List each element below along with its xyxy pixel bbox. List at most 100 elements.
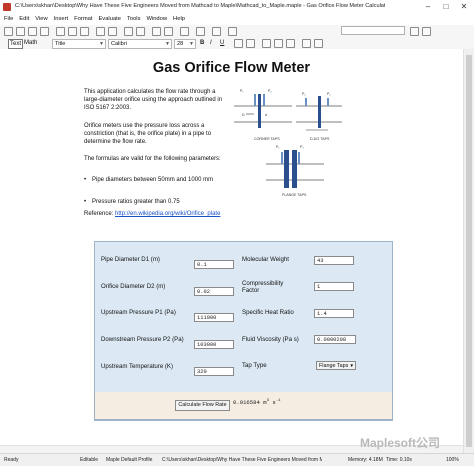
undo-icon[interactable] [96,27,105,36]
text-mode-button[interactable]: Text [8,39,24,49]
menu-window[interactable]: Window [146,14,167,25]
result-area [94,392,393,420]
svg-text:P₂: P₂ [268,89,272,93]
flange-taps-caption: FLANGE TAPS [282,193,307,197]
intro-paragraph: This application calculates the flow rat… [84,89,223,112]
underline-button[interactable]: U [220,39,224,47]
upstream-temperature-label: Upstream Temperature (K) [101,363,174,370]
restart-icon[interactable] [180,27,189,36]
upstream-temperature-input[interactable]: 320 [194,367,234,376]
specific-heat-ratio-input[interactable]: 1.4 [314,309,354,318]
result-value: 0.016584 [233,399,260,406]
reference-paragraph: Reference: http://en.wikipedia.org/wiki/… [84,210,226,218]
fluid-viscosity-label: Fluid Viscosity (Pa s) [242,336,299,343]
italic-button[interactable]: I [210,39,212,47]
cut-icon[interactable] [56,27,65,36]
molecular-weight-input[interactable]: 43 [314,256,354,265]
svg-text:P₂: P₂ [300,145,304,149]
menu-help[interactable]: Help [173,14,185,25]
d-d2-taps-caption: D-D/2 TAPS [310,137,330,141]
align-right-icon[interactable] [286,39,295,48]
orifice-diameter-input[interactable]: 0.02 [194,287,234,296]
result-unit-exp: 3 [266,399,269,404]
menu-evaluate[interactable]: Evaluate [98,14,121,25]
chevron-down-icon: ▼ [349,363,354,368]
reference-label: Reference: [84,211,116,217]
fluid-viscosity-input[interactable]: 0.0000208 [314,335,356,344]
numbered-list-icon[interactable] [314,39,323,48]
font-color-icon[interactable] [234,39,243,48]
title-bar: C:\Users\skhan\Desktop\Why Have These Fi… [0,0,474,15]
font-size-value: 28 [177,41,184,47]
d-d2-taps-diagram: P₁ P₂ [296,92,342,131]
redo-icon[interactable] [108,27,117,36]
open-icon[interactable] [16,27,25,36]
menu-edit[interactable]: Edit [19,14,29,25]
corner-taps-caption: CORNER TAPS [254,137,280,141]
text-region-icon[interactable] [124,27,133,36]
reference-link[interactable]: http://en.wikipedia.org/wiki/Orifice_pla… [115,211,220,217]
status-path: C:\Users\skhan\Desktop\Why Have These Fi… [162,457,322,463]
font-size-dropdown[interactable]: 28 ▼ [174,39,196,49]
math-mode-button[interactable]: Math [24,39,37,47]
align-center-icon[interactable] [274,39,283,48]
execute-icon[interactable] [152,27,161,36]
vertical-scrollbar[interactable] [463,49,474,453]
flow-rate-result: 0.016584 m3 s-1 [233,399,281,406]
menu-view[interactable]: View [35,14,47,25]
status-time: Time: 0.10s [386,457,412,463]
svg-text:P₁: P₁ [276,145,280,149]
svg-text:P₂: P₂ [327,92,331,96]
chevron-down-icon: ▼ [165,41,170,47]
tap-type-select[interactable]: Flange Taps ▼ [316,361,356,370]
maximize-icon[interactable]: □ [438,2,454,12]
execute-all-icon[interactable] [164,27,173,36]
menu-format[interactable]: Format [74,14,92,25]
copy-icon[interactable] [68,27,77,36]
bullet-text: Pipe diameters between 50mm and 1000 mm [92,177,214,183]
compressibility-factor-input[interactable]: 1 [314,282,354,291]
minimize-icon[interactable]: – [420,2,436,12]
status-zoom: 100% [446,457,459,463]
upstream-pressure-input[interactable]: 111000 [194,313,234,322]
compressibility-factor-label: Compressibility Factor [242,280,284,294]
svg-text:d: d [265,113,267,117]
orifice-paragraph: Orifice meters use the pressure loss acr… [84,123,212,146]
result-unit-s-exp: -1 [275,399,281,404]
pipe-diameter-input[interactable]: 0.1 [194,260,234,269]
menu-file[interactable]: File [4,14,13,25]
search-icon[interactable] [410,27,419,36]
status-memory: Memory: 4.18M [348,457,383,463]
style-dropdown[interactable]: Title ▼ [52,39,106,49]
maple-app-icon [3,3,11,11]
pipe-diameter-label: Pipe Diameter D1 (m) [101,256,160,263]
font-value: Calibri [111,41,127,47]
scroll-thumb[interactable] [466,55,472,447]
close-icon[interactable]: ✕ [456,2,472,12]
paste-icon[interactable] [80,27,89,36]
home-icon[interactable] [422,27,431,36]
calculate-flow-rate-button[interactable]: Calculate Flow Rate [175,400,230,411]
print-icon[interactable] [40,27,49,36]
bold-button[interactable]: B [200,39,204,47]
highlight-icon[interactable] [246,39,255,48]
menu-insert[interactable]: Insert [54,14,69,25]
window-title: C:\Users\skhan\Desktop\Why Have These Fi… [15,3,385,9]
math-region-icon[interactable] [136,27,145,36]
font-dropdown[interactable]: Calibri ▼ [108,39,172,49]
menu-bar: File Edit View Insert Format Evaluate To… [0,14,474,25]
bullet-item: • Pipe diameters between 50mm and 1000 mm [84,177,214,183]
search-input[interactable] [341,26,405,35]
downstream-pressure-input[interactable]: 103000 [194,340,234,349]
downstream-pressure-label: Downstream Pressure P2 (Pa) [101,336,184,343]
save-icon[interactable] [28,27,37,36]
help-icon[interactable] [228,27,237,36]
orifice-taps-diagram: P₁ P₂ D d CORNER TAPS P₁ P₂ D-D/2 TAPS P… [234,89,342,197]
menu-tools[interactable]: Tools [127,14,141,25]
bullet-list-icon[interactable] [302,39,311,48]
debug-icon[interactable] [196,27,205,36]
new-document-icon[interactable] [4,27,13,36]
style-value: Title [55,41,66,47]
zoom-icon[interactable] [212,27,221,36]
align-left-icon[interactable] [262,39,271,48]
